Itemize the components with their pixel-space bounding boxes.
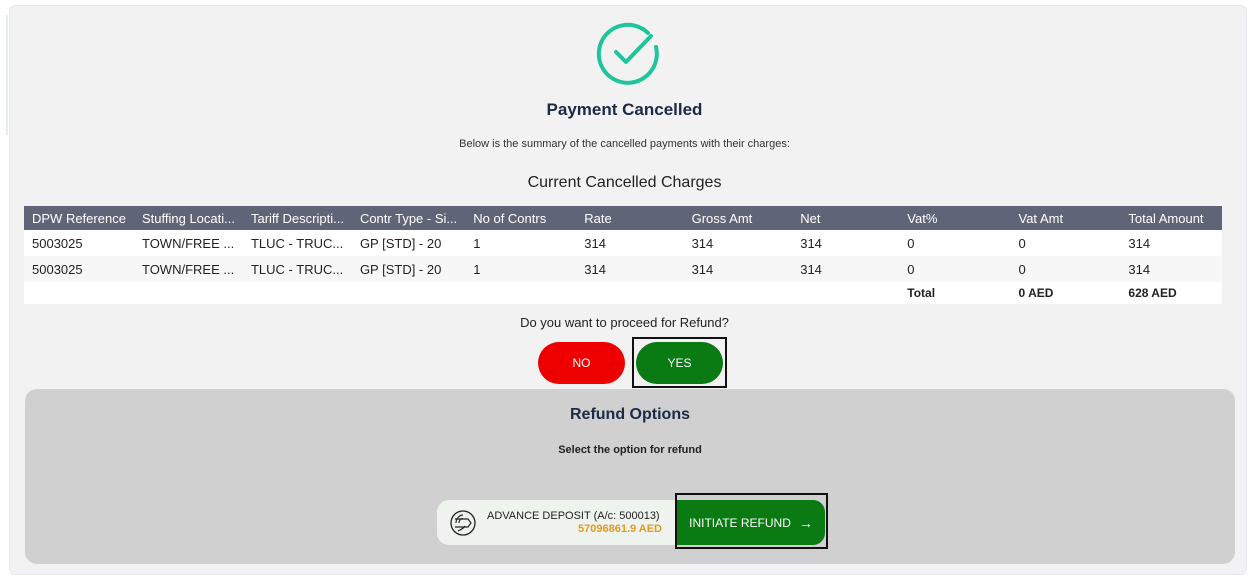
table-cell: 314 — [1120, 256, 1222, 282]
table-cell: 314 — [683, 230, 793, 256]
column-header[interactable]: Total Amount — [1120, 206, 1222, 230]
advance-deposit-label: ADVANCE DEPOSIT (A/c: 500013) — [487, 510, 660, 522]
table-cell: 0 — [1010, 256, 1121, 282]
table-cell: GP [STD] - 20 — [351, 230, 466, 256]
column-header[interactable]: Vat Amt — [1010, 206, 1121, 230]
check-circle-icon — [596, 22, 659, 85]
table-cell: TLUC - TRUC... — [242, 256, 352, 282]
table-cell: 314 — [792, 256, 900, 282]
table-cell: 314 — [792, 230, 900, 256]
refund-options-panel: Refund Options Select the option for ref… — [25, 389, 1235, 564]
table-total-row: Total 0 AED 628 AED — [24, 282, 1222, 304]
column-header[interactable]: Tariff Descripti... — [242, 206, 352, 230]
table-cell: 314 — [1120, 230, 1222, 256]
table-row: 5003025 TOWN/FREE ... TLUC - TRUC... GP … — [24, 256, 1222, 282]
table-cell: TLUC - TRUC... — [242, 230, 352, 256]
total-amount: 628 AED — [1120, 282, 1222, 304]
charges-section-title: Current Cancelled Charges — [527, 174, 722, 191]
advance-deposit-option[interactable]: ADVANCE DEPOSIT (A/c: 500013) 57096861.9… — [437, 500, 697, 545]
refund-options-subtitle: Select the option for refund — [558, 444, 702, 456]
table-row: 5003025 TOWN/FREE ... TLUC - TRUC... GP … — [24, 230, 1222, 256]
column-header[interactable]: Gross Amt — [683, 206, 793, 230]
initiate-refund-button[interactable]: INITIATE REFUND → — [677, 500, 825, 545]
advance-deposit-amount: 57096861.9 AED — [578, 523, 662, 535]
refund-options-title: Refund Options — [570, 406, 690, 423]
page-subtitle: Below is the summary of the cancelled pa… — [459, 138, 790, 150]
arrow-right-icon: → — [798, 514, 813, 531]
table-cell: 1 — [465, 230, 577, 256]
table-cell: 314 — [576, 256, 684, 282]
table-cell: 5003025 — [24, 256, 134, 282]
table-cell: 314 — [683, 256, 793, 282]
initiate-refund-label: INITIATE REFUND — [689, 515, 791, 530]
charges-table: DPW Reference Stuffing Locati... Tariff … — [24, 206, 1222, 304]
refund-question: Do you want to proceed for Refund? — [520, 315, 729, 330]
column-header[interactable]: Stuffing Locati... — [133, 206, 243, 230]
column-header[interactable]: Contr Type - Si... — [351, 206, 466, 230]
column-header[interactable]: No of Contrs — [465, 206, 577, 230]
table-cell: TOWN/FREE ... — [133, 230, 243, 256]
column-header[interactable]: DPW Reference — [24, 206, 134, 230]
table-cell: GP [STD] - 20 — [351, 256, 466, 282]
column-header[interactable]: Rate — [576, 206, 684, 230]
column-header[interactable]: Net — [792, 206, 900, 230]
yes-button[interactable]: YES — [636, 342, 723, 384]
table-header-row: DPW Reference Stuffing Locati... Tariff … — [24, 206, 1222, 230]
fingerprint-icon — [450, 510, 476, 536]
page-title: Payment Cancelled — [546, 100, 703, 119]
table-cell: 0 — [899, 256, 1011, 282]
table-cell: TOWN/FREE ... — [133, 256, 243, 282]
total-label: Total — [899, 282, 1011, 304]
total-vat-amount: 0 AED — [1010, 282, 1121, 304]
table-cell: 0 — [1010, 230, 1121, 256]
column-header[interactable]: Vat% — [899, 206, 1011, 230]
table-cell: 5003025 — [24, 230, 134, 256]
table-cell: 0 — [899, 230, 1011, 256]
table-cell: 314 — [576, 230, 684, 256]
table-cell: 1 — [465, 256, 577, 282]
no-button[interactable]: NO — [538, 342, 625, 384]
